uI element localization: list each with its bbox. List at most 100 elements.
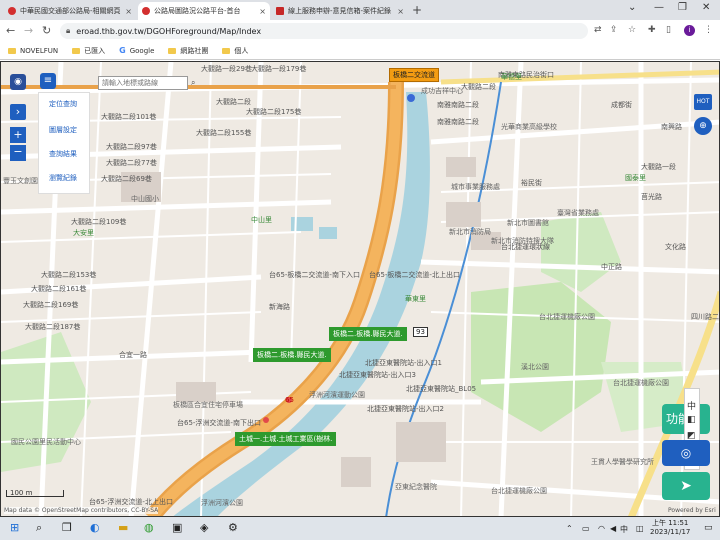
street-label: 大觀路一段 [641, 163, 676, 171]
compass-icon[interactable]: ⊕ [694, 117, 712, 135]
street-label: 中正路 [601, 263, 622, 271]
center-tool-icon[interactable]: 中 [687, 399, 696, 412]
side-menu-item-locate[interactable]: 定位查詢 [49, 99, 77, 109]
poi-label: 浮洲河濱運動公園 [309, 391, 365, 399]
share-icon[interactable]: ⇪ [610, 25, 618, 35]
street-label: 大觀路一段29巷 [201, 65, 252, 73]
windows-start-icon[interactable]: ⊞ [10, 521, 19, 534]
navigate-arrow-icon[interactable]: ➤ [662, 472, 710, 500]
map-attribution: Map data © OpenStreetMap contributors, C… [4, 507, 159, 514]
bookmark-item[interactable]: 網路社團 [168, 46, 208, 56]
traffic-sign-tag[interactable]: 板橋二.板橋.縣民大道. [253, 348, 331, 362]
location-search-input[interactable] [98, 76, 188, 90]
map-canvas[interactable]: 大觀路一段29巷 大觀路一段179巷 南雅東路民治街口 大觀路二段 大觀路二段1… [0, 61, 720, 517]
browser-tab-0[interactable]: 中華民國交通部公路局-相關網頁 × [4, 2, 136, 20]
browser-tab-1[interactable]: 公路局圖路況公路平台-首台 × [138, 2, 270, 20]
traffic-sign-tag[interactable]: 板橋二.板橋.縣民大道. [329, 327, 407, 341]
profile-avatar[interactable]: i [684, 25, 695, 36]
folder-icon [8, 47, 16, 54]
map-base-layer [1, 62, 719, 516]
close-window-button[interactable]: ✕ [702, 2, 710, 13]
tab-search-icon[interactable]: ⌄ [628, 2, 636, 13]
bookmark-item[interactable]: 個人 [222, 46, 248, 56]
extensions-icon[interactable]: ✚ [648, 25, 656, 35]
site-logo-icon[interactable]: ◉ [10, 74, 26, 90]
street-label: 北捷亞東醫院站-出入口3 [339, 371, 416, 379]
poi-label: 台北捷運機廠公園 [491, 487, 547, 495]
google-icon: G [119, 46, 126, 55]
sidepanel-icon[interactable]: ▯ [666, 25, 671, 35]
bookmark-star-icon[interactable]: ☆ [628, 25, 636, 35]
folder-icon [72, 47, 81, 54]
notification-icon[interactable]: ▭ [704, 523, 713, 533]
street-label: 北捷亞東醫院站-出入口1 [365, 359, 442, 367]
file-explorer-icon[interactable]: ▬ [118, 521, 128, 534]
bookmark-label: Google [129, 46, 155, 55]
ime-indicator[interactable]: 中 [620, 524, 628, 535]
task-view-icon[interactable]: ❒ [62, 521, 72, 534]
taskbar-search-icon[interactable]: ⌕ [36, 521, 42, 535]
minimize-button[interactable]: — [654, 2, 664, 13]
bookmark-item[interactable]: G Google [119, 46, 154, 55]
wifi-icon[interactable]: ◠ [598, 524, 605, 533]
clock-date: 2023/11/17 [650, 528, 691, 536]
street-label: 大觀路二段101巷 [101, 113, 157, 121]
menu-hamburger-button[interactable]: ≡ [40, 73, 56, 89]
new-tab-button[interactable]: + [412, 3, 422, 17]
close-tab-icon[interactable]: × [397, 7, 404, 16]
settings-gear-icon[interactable]: ⚙ [228, 521, 238, 534]
forward-arrow-icon[interactable]: → [24, 24, 33, 37]
area-label: 華東里 [405, 295, 426, 303]
close-tab-icon[interactable]: × [259, 7, 266, 16]
zoom-in-button[interactable]: + [10, 127, 26, 143]
clock-time: 上午 11:51 [651, 519, 689, 527]
street-label: 大觀路二段161巷 [31, 285, 87, 293]
address-bar[interactable]: 🔒︎ eroad.thb.gov.tw/DGOHForeground/Map/I… [60, 23, 588, 39]
bookmark-item[interactable]: NOVELFUN [8, 47, 58, 55]
street-label: 北捷亞東醫院站_BL05 [406, 385, 477, 393]
zoom-out-button[interactable]: − [10, 145, 26, 161]
tab-favicon-icon [142, 7, 150, 15]
app-icon[interactable]: ◈ [200, 521, 208, 534]
tab-title: 線上服務申辦-意見信箱-案件紀錄 [288, 7, 392, 15]
street-label: 大觀路二段175巷 [246, 108, 302, 116]
system-clock[interactable]: 上午 11:51 2023/11/17 [650, 519, 690, 537]
street-label: 裕民街 [521, 179, 542, 187]
hot-button[interactable]: HOT [694, 94, 712, 110]
side-menu-item-layers[interactable]: 圖層設定 [49, 125, 77, 135]
network-icon[interactable]: ▭ [582, 524, 590, 533]
close-tab-icon[interactable]: × [125, 7, 132, 16]
street-label: 大觀路二段187巷 [25, 323, 81, 331]
chrome-browser-icon[interactable]: ◍ [144, 521, 154, 534]
expand-panel-button[interactable]: › [10, 104, 26, 120]
traffic-sign-tag[interactable]: 土城一.土城.土城工業區(樹林. [235, 432, 337, 446]
more-menu-icon[interactable]: ⋮ [704, 25, 713, 35]
tab-favicon-icon [8, 7, 16, 15]
browser-tab-2[interactable]: 線上服務申辦-意見信箱-案件紀錄 × [272, 2, 408, 20]
app-icon[interactable]: ▣ [172, 521, 182, 534]
street-label: 大觀路二段155巷 [196, 129, 252, 137]
edge-browser-icon[interactable]: ◐ [90, 521, 100, 534]
ime-mode-icon[interactable]: ◫ [636, 524, 644, 533]
side-menu-item-results[interactable]: 查詢結果 [49, 149, 77, 159]
bookmark-label: NOVELFUN [20, 46, 59, 55]
layer-tool-icon[interactable]: ◧ [687, 415, 696, 425]
translate-icon[interactable]: ⇄ [594, 25, 602, 35]
street-label: 大觀路二段 [216, 98, 251, 106]
route-badge: 93 [413, 327, 428, 337]
scale-label: 100 m [10, 489, 33, 497]
poi-label: 新北市消防特搜大隊 [491, 237, 554, 245]
side-menu-item-history[interactable]: 瀏覽紀錄 [49, 173, 77, 183]
area-label: 華德里 [501, 73, 522, 81]
volume-icon[interactable]: ◀ [610, 524, 616, 533]
poi-label: 國民公園里民活動中心 [11, 438, 81, 446]
tray-chevron-icon[interactable]: ⌃ [566, 524, 573, 533]
interchange-tag[interactable]: 板橋二交流道 [389, 68, 439, 82]
search-icon[interactable]: ⌕ [191, 78, 195, 88]
reload-icon[interactable]: ↻ [42, 24, 51, 37]
street-label: 台65-浮洲交流道-北上出口 [89, 498, 173, 506]
back-arrow-icon[interactable]: ← [6, 24, 15, 37]
locate-me-button[interactable]: ◎ [662, 440, 710, 466]
bookmark-item[interactable]: 已匯入 [72, 46, 105, 56]
restore-button[interactable]: ❐ [678, 2, 687, 13]
